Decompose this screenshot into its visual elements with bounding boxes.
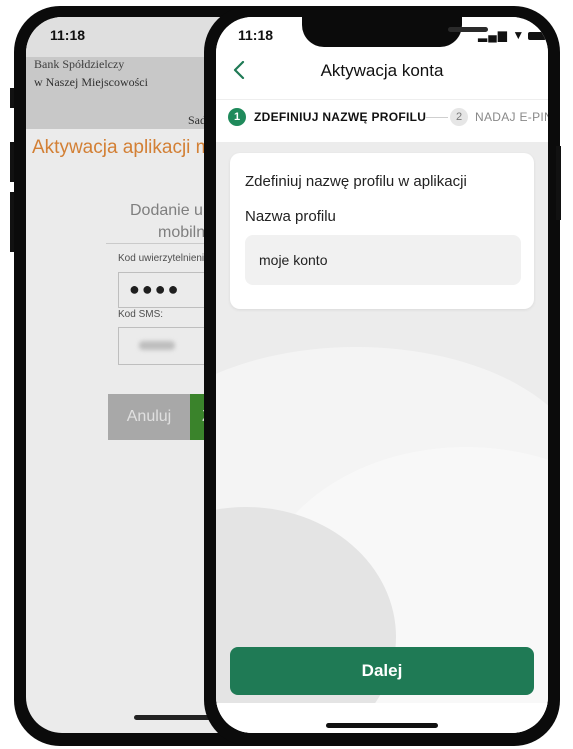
- profile-name-label: Nazwa profilu: [245, 208, 336, 225]
- profile-name-card: Zdefiniuj nazwę profilu w aplikacji Nazw…: [230, 153, 534, 309]
- battery-icon: [528, 31, 547, 40]
- phone-side-button: [10, 142, 14, 182]
- step-1-label: ZDEFINIUJ NAZWĘ PROFILU: [254, 110, 427, 124]
- front-phone-screen: 11:18 ▂▄▆ ▼ Aktywacja konta 1 ZDEFINIUJ …: [216, 17, 548, 733]
- home-indicator: [326, 723, 438, 728]
- phone-side-button: [10, 88, 14, 108]
- step-1-badge: 1: [228, 108, 246, 126]
- step-2-badge: 2: [450, 108, 468, 126]
- step-connector: [426, 117, 448, 118]
- phone-notch: [302, 17, 488, 47]
- stepper: 1 ZDEFINIUJ NAZWĘ PROFILU 2 NADAJ E-PIN: [216, 99, 548, 136]
- wifi-icon: ▼: [512, 28, 526, 42]
- profile-name-input[interactable]: [245, 235, 521, 285]
- status-icons: ▂▄▆ ▼: [478, 28, 547, 42]
- signal-icon: ▂▄▆: [478, 28, 508, 42]
- next-button[interactable]: Dalej: [230, 647, 534, 695]
- card-heading: Zdefiniuj nazwę profilu w aplikacji: [245, 173, 467, 190]
- phone-side-button: [10, 192, 14, 252]
- phone-side-button: [556, 146, 561, 220]
- front-status-time: 11:18: [238, 27, 274, 43]
- step-2-label: NADAJ E-PIN: [475, 110, 548, 124]
- bottom-area: [216, 703, 548, 733]
- page-title: Aktywacja konta: [320, 61, 444, 80]
